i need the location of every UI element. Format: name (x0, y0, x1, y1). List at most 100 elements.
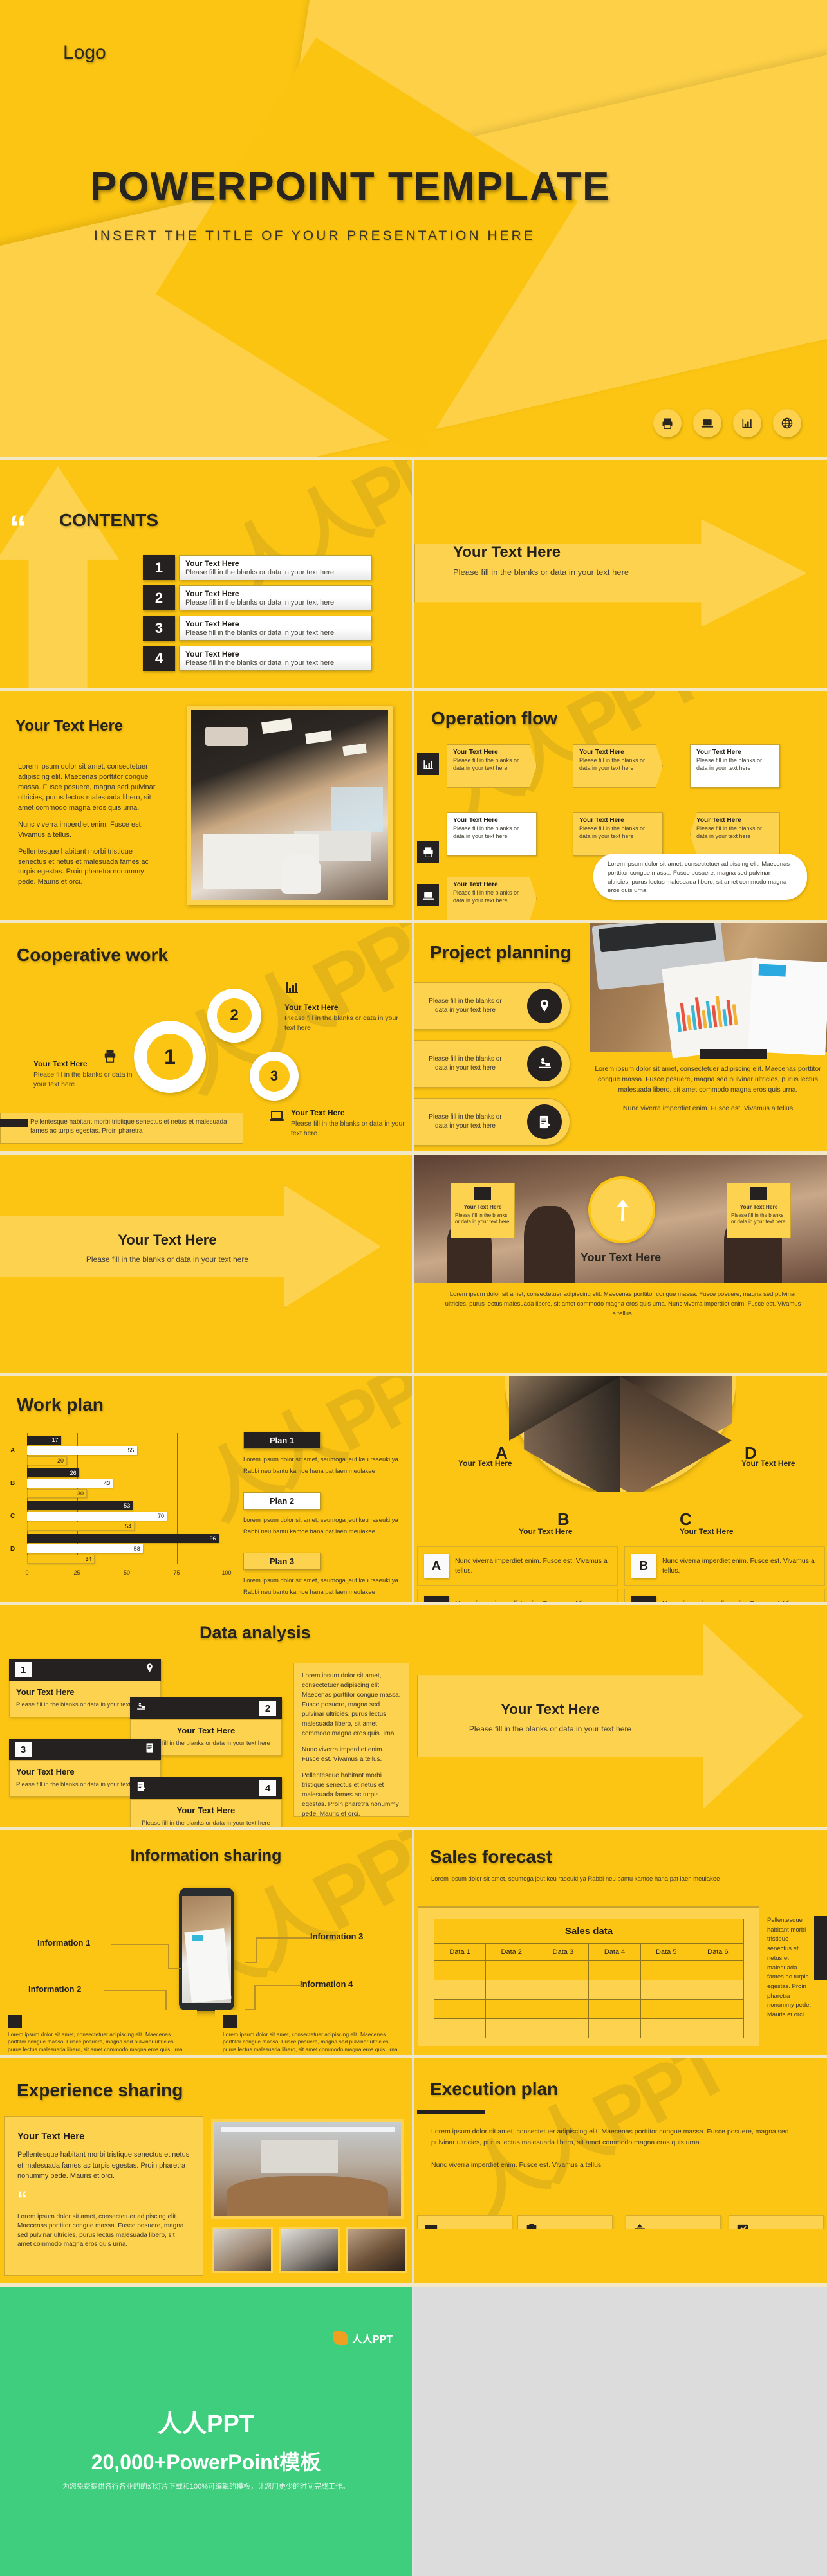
globe-icon[interactable] (773, 409, 801, 437)
photo-accent-bar (700, 1049, 767, 1059)
card-desc: Please fill in the blanks or data in you… (696, 757, 763, 771)
side-accent-bar (814, 1916, 827, 1980)
up-arrow-decor (0, 466, 119, 688)
row-letter: D (631, 1596, 656, 1602)
bar-chart-icon[interactable] (733, 409, 761, 437)
office-photo (187, 706, 393, 905)
chart-plot-area: 17 55 20 A 26 43 30 B 53 70 54 C 96 58 34 D (10, 1433, 227, 1564)
trailing-yellow-block (414, 2229, 827, 2285)
abcd-wheel-graphic (505, 1376, 736, 1492)
plan-card-2[interactable]: Plan 2 Lorem ipsum dolor sit amet, seumo… (243, 1492, 404, 1538)
flow-card[interactable]: Your Text Here Please fill in the blanks… (690, 812, 780, 856)
arrow-text-block: Your Text Here Please fill in the blanks… (453, 544, 629, 577)
chart-bar: 34 (27, 1555, 95, 1564)
card-desc: Please fill in the blanks or data in you… (142, 1820, 270, 1827)
arrow-text-block: Your Text Here Please fill in the blanks… (71, 1232, 264, 1264)
table-row[interactable]: B Nunc viverra imperdiet enim. Fusce est… (624, 1546, 825, 1586)
laptop-icon[interactable] (693, 409, 721, 437)
badge-left[interactable]: Your Text Here Please fill in the blanks… (451, 1183, 515, 1238)
table-row[interactable] (433, 1960, 745, 1980)
flow-card[interactable]: Your Text Here Please fill in the blanks… (573, 744, 663, 788)
paragraph-1: Lorem ipsum dolor sit amet, consectetuer… (18, 763, 156, 812)
flow-card[interactable]: Your Text Here Please fill in the blanks… (447, 877, 537, 920)
plan-card-1[interactable]: Plan 1 Lorem ipsum dolor sit amet, seumo… (243, 1432, 404, 1477)
slide-abcd: A Your Text Here B Your Text Here C Your… (414, 1376, 827, 1602)
table-row[interactable]: C Nunc viverra imperdiet enim. Fusce est… (417, 1589, 618, 1602)
table-row[interactable] (433, 2018, 745, 2038)
chart-category-label: D (10, 1546, 15, 1553)
list-item[interactable]: 3 Your Text Here Please fill in the blan… (143, 616, 372, 641)
table-row[interactable] (433, 1999, 745, 2019)
location-pin-icon (527, 989, 562, 1023)
coop-item-1[interactable]: Your Text Here Please fill in the blanks… (33, 1059, 136, 1089)
card-title: Your Text Here (453, 881, 498, 888)
flow-card[interactable]: Your Text Here Please fill in the blanks… (447, 812, 537, 856)
info-label-3: Information 3 (310, 1932, 364, 1941)
item-title: Your Text Here (291, 1108, 345, 1117)
presentation-preview-page: Logo POWERPOINT TEMPLATE INSERT THE TITL… (0, 0, 827, 2576)
section-title: Your Text Here (15, 717, 124, 735)
title-rule (417, 2110, 485, 2114)
footer-text: Pellentesque habitant morbi tristique se… (30, 1119, 227, 1135)
table-row[interactable]: A Nunc viverra imperdiet enim. Fusce est… (417, 1546, 618, 1586)
gear-number: 3 (259, 1061, 290, 1092)
plan-pill-1[interactable]: Please fill in the blanks or data in you… (414, 982, 570, 1030)
paragraph-1: Lorem ipsum dolor sit amet, consectetuer… (431, 2128, 789, 2146)
chart-x-tick: 0 (25, 1569, 29, 1576)
plan-desc: Lorem ipsum dolor sit amet, seumoga jeut… (243, 1456, 398, 1475)
item-body: Your Text Here Please fill in the blanks… (179, 555, 372, 580)
table-row[interactable]: D Nunc viverra imperdiet enim. Fusce est… (624, 1589, 825, 1602)
item-desc: Please fill in the blanks or data in you… (33, 1071, 133, 1088)
flow-card[interactable]: Your Text Here Please fill in the blanks… (447, 744, 537, 788)
slide-contents: 人人PPT “ CONTENTS 1 Your Text Here Please… (0, 460, 412, 688)
coop-item-3[interactable]: Your Text Here Please fill in the blanks… (291, 1108, 405, 1138)
info-footer-left: Lorem ipsum dolor sit amet, consectetuer… (0, 2010, 197, 2052)
card-header: 4 (130, 1777, 282, 1799)
column-header: Data 2 (485, 1943, 538, 1961)
document-icon (144, 1742, 155, 1757)
plan-pill-3[interactable]: Please fill in the blanks or data in you… (414, 1098, 570, 1146)
item-desc: Please fill in the blanks or data in you… (284, 1014, 398, 1032)
item-body: Your Text Here Please fill in the blanks… (179, 646, 372, 671)
item-desc: Please fill in the blanks or data in you… (185, 629, 335, 637)
column-header: Data 3 (537, 1943, 590, 1961)
list-item[interactable]: 1 Your Text Here Please fill in the blan… (143, 555, 372, 580)
coop-item-2[interactable]: Your Text Here Please fill in the blanks… (284, 1003, 399, 1032)
analysis-card-4[interactable]: 4 Your Text Here Please fill in the blan… (130, 1777, 282, 1827)
connector-line-1 (111, 1944, 181, 1969)
list-item[interactable]: 2 Your Text Here Please fill in the blan… (143, 585, 372, 610)
item-number: 3 (143, 616, 175, 641)
table-row[interactable] (433, 1980, 745, 2000)
smartphone-graphic (179, 1888, 234, 2011)
paragraph-2: Nunc viverra imperdiet enim. Fusce est. … (302, 1746, 384, 1763)
chart-x-tick: 50 (123, 1569, 131, 1576)
plan-pill-2[interactable]: Please fill in the blanks or data in you… (414, 1040, 570, 1088)
thumbnail-photo-3 (346, 2227, 407, 2273)
coop-footer-note: Pellentesque habitant morbi tristique se… (0, 1113, 243, 1144)
info-label-4: Information 4 (300, 1979, 353, 1989)
list-item[interactable]: 4 Your Text Here Please fill in the blan… (143, 646, 372, 671)
footer-tab-decor (0, 1119, 28, 1127)
flow-card[interactable]: Your Text Here Please fill in the blanks… (690, 744, 780, 788)
person-at-desk-icon (527, 1046, 562, 1081)
plan-desc: Lorem ipsum dolor sit amet, seumoga jeut… (243, 1517, 398, 1536)
card-desc: Please fill in the blanks or data in you… (696, 825, 763, 839)
column-header: Data 5 (640, 1943, 692, 1961)
chart-bar: 30 (27, 1489, 87, 1498)
card-title: Your Text Here (579, 749, 624, 756)
printer-icon[interactable] (653, 409, 682, 437)
plan-card-3[interactable]: Plan 3 Lorem ipsum dolor sit amet, seumo… (243, 1553, 404, 1598)
footer-tagline: 20,000+PowerPoint模板 (91, 2451, 321, 2474)
experience-card: Your Text Here Pellentesque habitant mor… (4, 2116, 203, 2276)
laptop-icon (417, 884, 439, 906)
section-title: Sales forecast (430, 1847, 552, 1867)
item-title: Your Text Here (284, 1003, 339, 1012)
card-header: 1 (9, 1659, 161, 1681)
arrow-heading: Your Text Here (501, 1701, 600, 1717)
flow-card[interactable]: Your Text Here Please fill in the blanks… (573, 812, 663, 856)
connector-line-3 (245, 1937, 311, 1963)
footer-logo: 人人PPT (333, 2330, 393, 2346)
section-subtitle: Lorem ipsum dolor sit amet, seumoga jeut… (431, 1876, 720, 1883)
badge-right[interactable]: Your Text Here Please fill in the blanks… (727, 1183, 791, 1238)
chart-x-tick: 75 (173, 1569, 180, 1576)
